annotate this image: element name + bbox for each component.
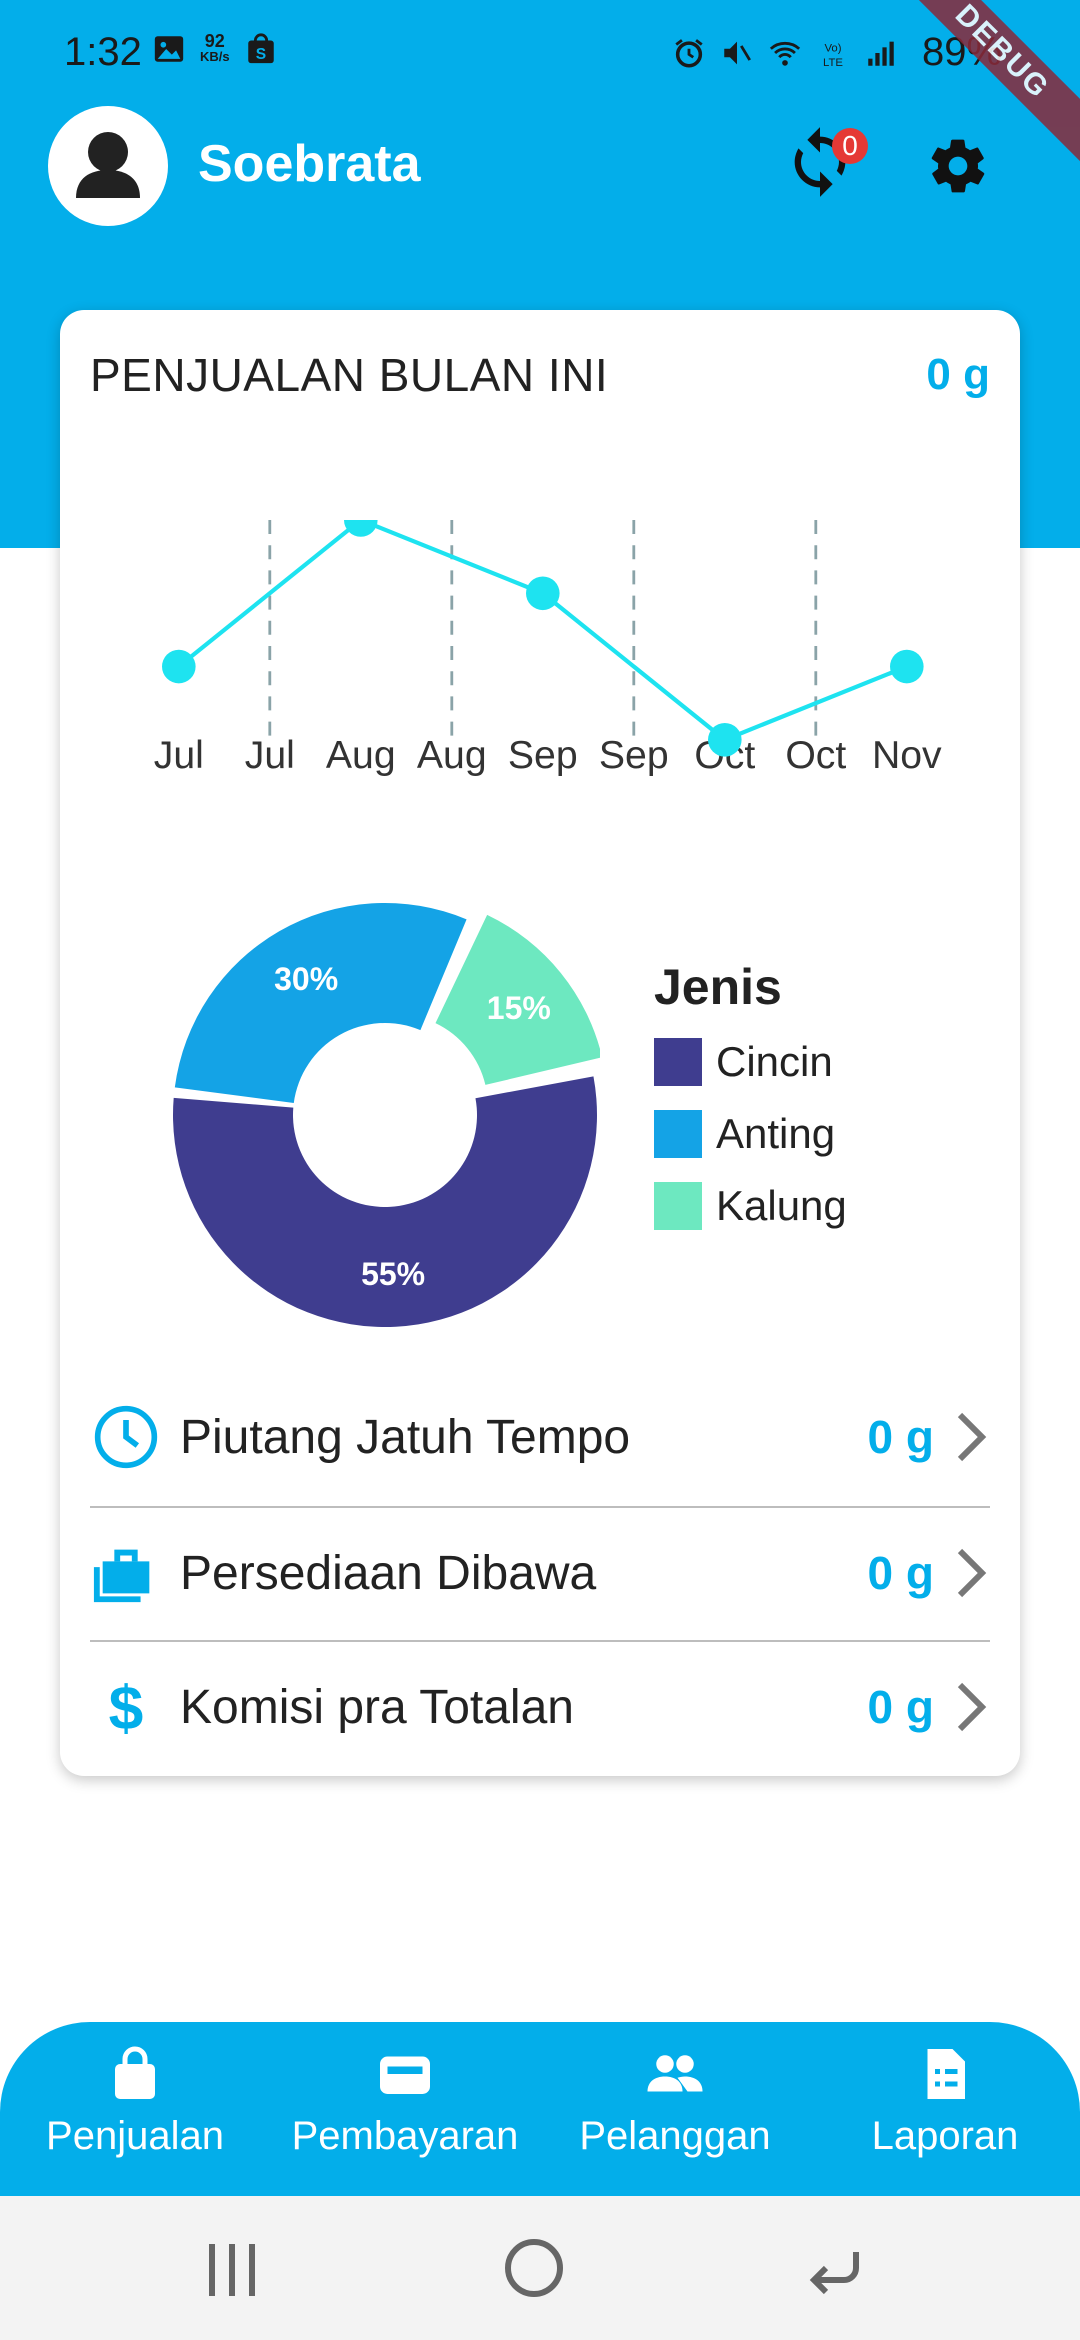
status-bar: 1:32 92 KB/s S Vo) LTE 89% DEBUG [0, 0, 1080, 174]
list-row-komisi[interactable]: $ Komisi pra Totalan 0 g [90, 1640, 990, 1774]
row-value: 0 g [867, 1547, 934, 1599]
legend-item-anting: Anting [654, 1098, 847, 1170]
system-nav-bar [0, 2196, 1080, 2340]
row-value: 0 g [867, 1681, 934, 1733]
row-label: Persediaan Dibawa [180, 1546, 597, 1600]
status-time: 1:32 [64, 30, 142, 74]
chevron-right-icon [957, 1412, 987, 1462]
lte-icon: Vo) LTE [823, 42, 843, 68]
home-icon[interactable] [498, 2232, 570, 2304]
x-tick-label: Sep [508, 734, 578, 777]
legend-label: Kalung [716, 1182, 847, 1229]
sales-line-chart: JulJulAugAugSepSepOctOctNov [154, 520, 942, 777]
card-title: PENJUALAN BULAN INI [90, 349, 609, 401]
series-line [177, 520, 908, 743]
data-point [344, 520, 378, 537]
svg-text:LTE: LTE [823, 56, 843, 68]
data-point [526, 576, 560, 611]
svg-text:S: S [255, 46, 265, 63]
user-name: Soebrata [198, 135, 421, 193]
back-icon[interactable] [800, 2232, 872, 2304]
x-tick-label: Sep [599, 734, 669, 777]
legend-label: Cincin [716, 1038, 833, 1085]
row-value: 0 g [867, 1411, 934, 1463]
chevron-right-icon [957, 1548, 987, 1598]
slice-label: 15% [487, 990, 551, 1026]
nav-label: Pembayaran [291, 2114, 519, 2158]
legend-swatch [654, 1038, 702, 1086]
recent-apps-icon[interactable] [196, 2232, 268, 2304]
wifi-icon [769, 41, 801, 66]
gear-icon[interactable] [926, 134, 990, 198]
legend-label: Anting [716, 1110, 836, 1157]
clock-icon [90, 1401, 162, 1473]
avatar[interactable] [48, 106, 168, 226]
nav-item-pelanggan[interactable]: Pelanggan [540, 2044, 810, 2159]
x-tick-label: Jul [154, 734, 204, 777]
list-row-piutang[interactable]: Piutang Jatuh Tempo 0 g [90, 1370, 990, 1504]
nav-label: Pelanggan [579, 2114, 771, 2158]
shop-icon: S [247, 33, 274, 64]
row-label: Komisi pra Totalan [180, 1680, 574, 1734]
nav-item-penjualan[interactable]: Penjualan [0, 2044, 270, 2159]
status-right-icons: Vo) LTE 89% [672, 30, 1002, 75]
legend-swatch [654, 1110, 702, 1158]
x-tick-label: Oct [785, 734, 846, 777]
list-row-persediaan[interactable]: Persediaan Dibawa 0 g [90, 1506, 990, 1640]
donut-legend: Jenis Cincin Anting Kalung [654, 958, 847, 1242]
alarm-icon [675, 38, 703, 68]
jenis-donut-chart: 15% 55% 30% [172, 903, 600, 1327]
chevron-right-icon [957, 1682, 987, 1732]
people-icon [647, 2055, 703, 2092]
card-total: 0 g [926, 350, 990, 399]
legend-swatch [654, 1182, 702, 1230]
row-label: Piutang Jatuh Tempo [180, 1410, 631, 1464]
x-tick-label: Jul [245, 734, 295, 777]
briefcase-icon [90, 1537, 162, 1609]
user-icon [76, 132, 140, 198]
dollar-icon: $ [90, 1671, 162, 1743]
slice-label: 30% [274, 961, 338, 997]
legend-title: Jenis [654, 959, 782, 1015]
legend-item-kalung: Kalung [654, 1170, 847, 1242]
svg-text:$: $ [109, 1675, 144, 1741]
sync-badge: 0 [832, 128, 868, 164]
signal-icon [868, 41, 894, 66]
bottom-nav: Penjualan Pembayaran Pelanggan Laporan [0, 2022, 1080, 2196]
nav-item-pembayaran[interactable]: Pembayaran [270, 2044, 540, 2159]
data-point [708, 723, 742, 757]
shopping-bag-icon [115, 2046, 155, 2099]
nav-item-laporan[interactable]: Laporan [810, 2044, 1080, 2159]
x-tick-label: Nov [872, 734, 942, 777]
nav-label: Penjualan [46, 2114, 224, 2158]
slice-label: 55% [361, 1256, 425, 1292]
data-point [890, 649, 924, 684]
gallery-icon [154, 36, 184, 62]
wallet-icon [380, 2056, 430, 2094]
data-point [162, 649, 196, 684]
mute-icon [724, 41, 751, 64]
x-tick-label: Aug [326, 734, 396, 777]
net-speed: 92 KB/s [200, 31, 230, 64]
svg-text:Vo): Vo) [824, 42, 841, 54]
slice-anting [174, 903, 467, 1103]
report-icon [927, 2049, 965, 2099]
nav-label: Laporan [871, 2114, 1019, 2158]
status-left-icons: 92 KB/s S [152, 32, 278, 66]
legend-item-cincin: Cincin [654, 1026, 847, 1098]
x-tick-label: Aug [417, 734, 487, 777]
